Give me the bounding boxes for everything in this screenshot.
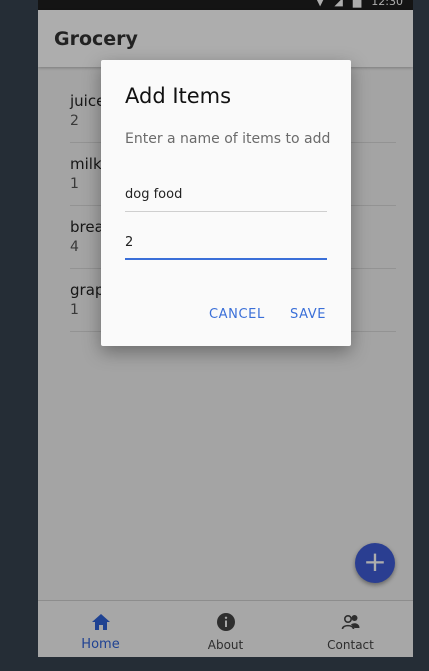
item-name-input[interactable] (125, 178, 327, 212)
save-button[interactable]: SAVE (290, 307, 326, 322)
item-quantity-input[interactable] (125, 226, 327, 260)
dialog-message: Enter a name of items to add (125, 131, 331, 147)
dialog-title: Add Items (125, 84, 232, 108)
cancel-button[interactable]: CANCEL (209, 307, 265, 322)
add-items-dialog: Add Items Enter a name of items to add C… (101, 60, 351, 346)
phone-screen: ▼ ◢ █ 12:30 Grocery juice 2 milk 1 bread… (38, 0, 413, 657)
